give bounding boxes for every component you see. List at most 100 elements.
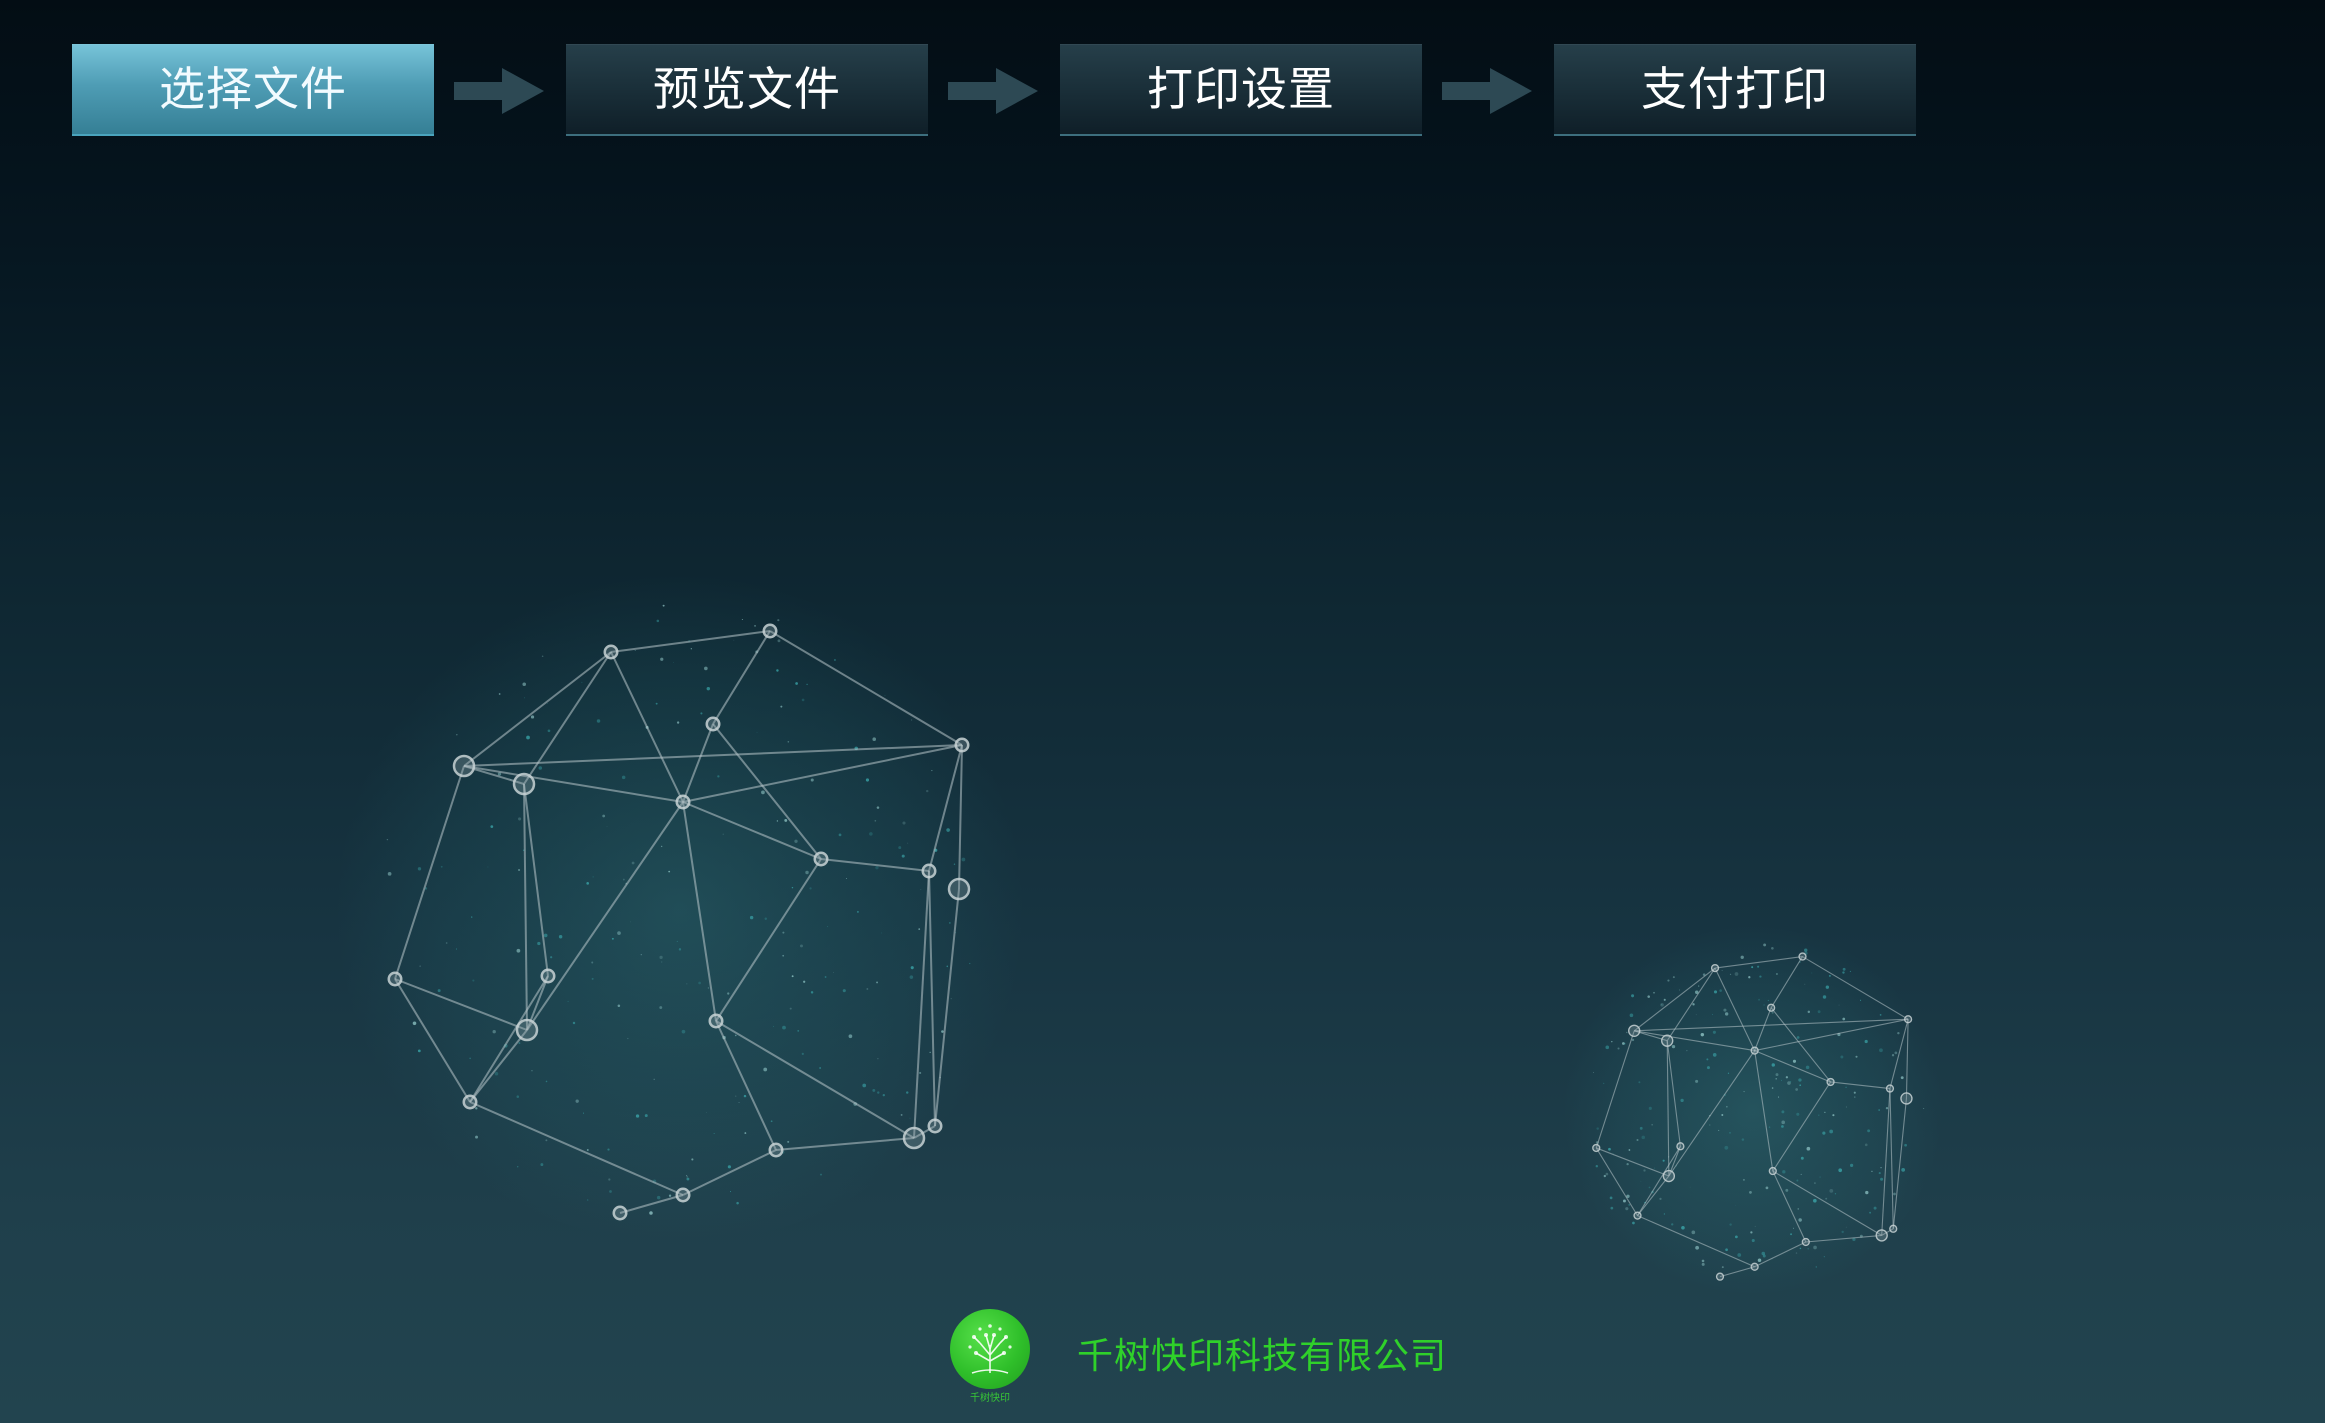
globe-particle [1729, 1223, 1732, 1226]
globe-edge [820, 858, 930, 872]
globe-particle [706, 1112, 708, 1114]
globe-particle [842, 989, 846, 993]
globe-particle [763, 1067, 768, 1072]
globe-particle [1721, 1266, 1724, 1269]
globe-particle [591, 961, 594, 964]
globe-edge [934, 888, 960, 1127]
globe-particle [1748, 976, 1751, 979]
globe-particle [727, 992, 730, 995]
globe-node [921, 863, 937, 879]
globe-edge [1881, 1088, 1891, 1236]
globe-particle [503, 1043, 508, 1048]
step-select-file[interactable]: 选择文件 [72, 44, 434, 136]
step-print-settings[interactable]: 打印设置 [1060, 44, 1422, 136]
globe-particle [782, 1025, 786, 1030]
globe-edge [715, 1020, 915, 1139]
globe-particle [1644, 1201, 1646, 1204]
globe-particle [1712, 1053, 1717, 1057]
globe-particle [518, 773, 522, 776]
globe-particle [961, 857, 966, 862]
globe-particle [1807, 1247, 1810, 1250]
globe-particle [1878, 1109, 1881, 1111]
globe-particle [631, 861, 635, 865]
globe-particle [582, 1112, 585, 1114]
globe-particle [1900, 1076, 1904, 1080]
globe-particle [946, 828, 950, 832]
globe-node [705, 716, 721, 732]
globe-particle [1793, 1227, 1795, 1229]
globe-particle [518, 868, 521, 872]
globe-edge [1772, 1081, 1832, 1172]
globe-edge [682, 801, 822, 860]
globe-edge [1634, 1030, 1668, 1042]
globe-particle [1695, 1245, 1700, 1250]
globe-node [462, 1094, 478, 1110]
globe-edge [1596, 1147, 1670, 1177]
globe-particle [1706, 1066, 1710, 1070]
globe-particle [660, 845, 663, 848]
step-pay-print[interactable]: 支付打印 [1554, 44, 1916, 136]
globe-particle [803, 980, 806, 983]
step-preview-file[interactable]: 预览文件 [566, 44, 928, 136]
globe-particle [1819, 1176, 1821, 1178]
globe-particle [1832, 1114, 1835, 1117]
globe-particle [1800, 1156, 1804, 1160]
globe-particle [1798, 960, 1801, 963]
globe-edge [610, 651, 684, 803]
globe-node [1801, 1237, 1810, 1247]
globe-particle [1663, 1213, 1666, 1215]
globe-particle [440, 865, 443, 868]
globe-particle [931, 769, 933, 772]
globe-particle [652, 1179, 657, 1184]
globe-particle [1609, 1196, 1613, 1200]
globe-particle [805, 870, 809, 875]
globe-particle [1694, 990, 1699, 994]
globe-particle [838, 833, 842, 837]
globe-particle [787, 741, 790, 743]
logo-caption: 千树快印 [970, 1393, 1010, 1404]
globe-particle [1686, 1050, 1688, 1052]
globe-particle [806, 683, 808, 686]
globe-particle [1775, 1078, 1777, 1080]
globe-particle [866, 988, 869, 990]
globe-particle [1814, 1182, 1816, 1184]
globe-particle [655, 702, 658, 705]
globe-particle [490, 825, 494, 828]
globe-particle [819, 1067, 821, 1069]
globe-particle [920, 889, 922, 890]
globe-edge [1830, 1081, 1891, 1090]
globe-particle [1605, 1151, 1607, 1152]
globe-particle [1750, 1231, 1753, 1234]
globe-particle [1757, 1258, 1762, 1263]
globe-edge [1772, 1170, 1807, 1243]
globe-particle [656, 619, 660, 623]
globe-particle [1850, 1163, 1854, 1167]
globe-particle [934, 848, 938, 852]
globe-particle [1787, 1081, 1791, 1085]
globe-particle [1706, 1058, 1709, 1061]
globe-particle [764, 917, 768, 920]
globe-edge [523, 651, 612, 785]
globe-particle [884, 694, 886, 696]
globe-particle [848, 1034, 853, 1039]
globe-edge [1770, 956, 1803, 1008]
globe-particle [1671, 1044, 1676, 1049]
globe-particle [1691, 1230, 1696, 1235]
globe-node [1875, 1229, 1888, 1242]
globe-particle [497, 772, 502, 776]
globe-particle [1768, 1126, 1771, 1128]
globe-particle [969, 962, 971, 965]
globe-particle [611, 937, 614, 940]
globe-particle [941, 1030, 944, 1033]
globe-edge [913, 870, 930, 1139]
globe-particle [1763, 943, 1767, 947]
globe-particle [494, 1071, 499, 1076]
globe-node [1798, 952, 1807, 961]
globe-edge [463, 765, 684, 803]
globe-edge [1892, 1098, 1907, 1229]
globe-node [1767, 1003, 1776, 1012]
globe-particle [911, 719, 913, 721]
globe-particle [1790, 1081, 1792, 1083]
globe-particle [1672, 976, 1675, 979]
globe-particle [586, 1148, 589, 1151]
